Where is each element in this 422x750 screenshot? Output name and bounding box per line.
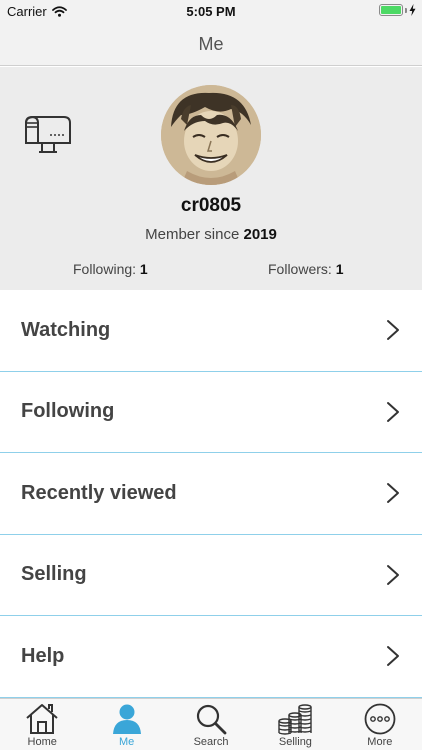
avatar[interactable]	[161, 85, 261, 185]
chevron-right-icon	[387, 564, 399, 585]
menu-item-following[interactable]: Following	[0, 371, 422, 453]
following-count[interactable]: Following: 1	[73, 261, 148, 277]
navigation-bar: Me	[0, 22, 422, 66]
battery-icon	[379, 4, 416, 16]
menu-item-selling[interactable]: Selling	[0, 534, 422, 616]
menu-item-watching[interactable]: Watching	[0, 290, 422, 372]
member-since-year: 2019	[243, 226, 277, 243]
status-bar: Carrier 5:05 PM	[0, 0, 422, 22]
status-time: 5:05 PM	[186, 4, 236, 19]
mailbox-icon[interactable]	[20, 115, 74, 163]
tab-label: More	[367, 736, 393, 748]
profile-header: cr0805 Member since 2019 Following: 1 Fo…	[0, 67, 422, 290]
chevron-right-icon	[387, 646, 399, 667]
home-icon	[26, 704, 58, 734]
tab-bar: Home Me Search Selling More	[0, 698, 422, 750]
tab-me[interactable]: Me	[84, 699, 168, 750]
tab-label: Selling	[278, 736, 312, 748]
menu-item-label: Selling	[21, 563, 87, 586]
charging-icon	[409, 4, 416, 16]
chevron-right-icon	[387, 401, 399, 422]
followers-label: Followers:	[268, 261, 332, 277]
more-icon	[364, 703, 396, 735]
menu-item-label: Following	[21, 400, 115, 423]
tab-selling[interactable]: Selling	[253, 699, 337, 750]
coins-icon	[278, 704, 313, 735]
menu-item-label: Recently viewed	[21, 481, 177, 504]
menu-item-label: Help	[21, 644, 65, 667]
following-value: 1	[139, 261, 148, 277]
menu-item-label: Watching	[21, 318, 111, 341]
followers-value: 1	[335, 261, 344, 277]
menu-item-recently-viewed[interactable]: Recently viewed	[0, 453, 422, 535]
profile-menu: Watching Following Recently viewed Selli…	[0, 290, 422, 698]
username: cr0805	[180, 195, 242, 216]
followers-count[interactable]: Followers: 1	[268, 261, 343, 277]
tab-label: Search	[193, 736, 229, 748]
tab-more[interactable]: More	[338, 699, 422, 750]
tab-label: Me	[118, 736, 135, 748]
tab-label: Home	[27, 736, 57, 748]
page-title: Me	[198, 34, 224, 54]
following-label: Following:	[73, 261, 137, 277]
member-since-label: Member since	[145, 226, 240, 243]
tab-search[interactable]: Search	[169, 699, 253, 750]
member-since: Member since 2019	[0, 226, 422, 243]
menu-item-help[interactable]: Help	[0, 616, 422, 698]
search-icon	[196, 704, 227, 735]
chevron-right-icon	[387, 483, 399, 504]
person-icon	[112, 704, 141, 734]
tab-home[interactable]: Home	[0, 699, 84, 750]
chevron-right-icon	[387, 320, 399, 341]
